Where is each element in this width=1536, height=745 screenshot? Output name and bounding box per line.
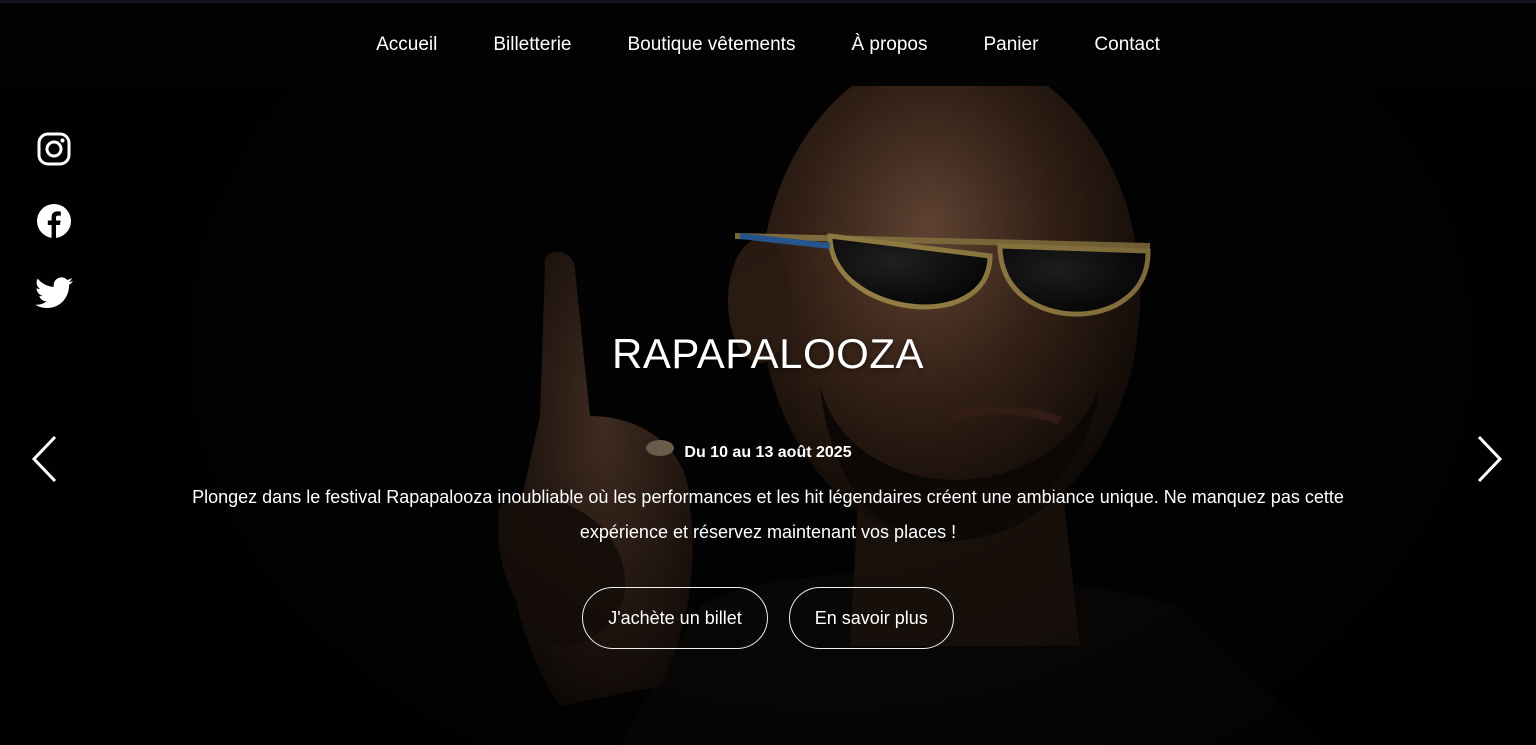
hero-buttons: J'achète un billet En savoir plus (0, 587, 1536, 649)
hero-description: Plongez dans le festival Rapapalooza ino… (192, 487, 1344, 542)
nav-item-contact[interactable]: Contact (1066, 3, 1187, 86)
main-navbar: Accueil Billetterie Boutique vêtements À… (0, 3, 1536, 86)
event-dates: Du 10 au 13 août 2025 (684, 444, 852, 461)
learn-more-button[interactable]: En savoir plus (788, 587, 954, 649)
nav-item-a-propos[interactable]: À propos (823, 3, 955, 86)
nav-links: Accueil Billetterie Boutique vêtements À… (0, 3, 1536, 86)
nav-item-boutique[interactable]: Boutique vêtements (600, 3, 824, 86)
nav-item-panier[interactable]: Panier (956, 3, 1067, 86)
hero-caption: RAPAPALOOZA Du 10 au 13 août 2025 Plonge… (0, 86, 1536, 745)
nav-item-billetterie[interactable]: Billetterie (465, 3, 599, 86)
buy-ticket-button[interactable]: J'achète un billet (582, 587, 768, 649)
nav-item-accueil[interactable]: Accueil (348, 3, 465, 86)
hero-title: RAPAPALOOZA (611, 330, 925, 377)
